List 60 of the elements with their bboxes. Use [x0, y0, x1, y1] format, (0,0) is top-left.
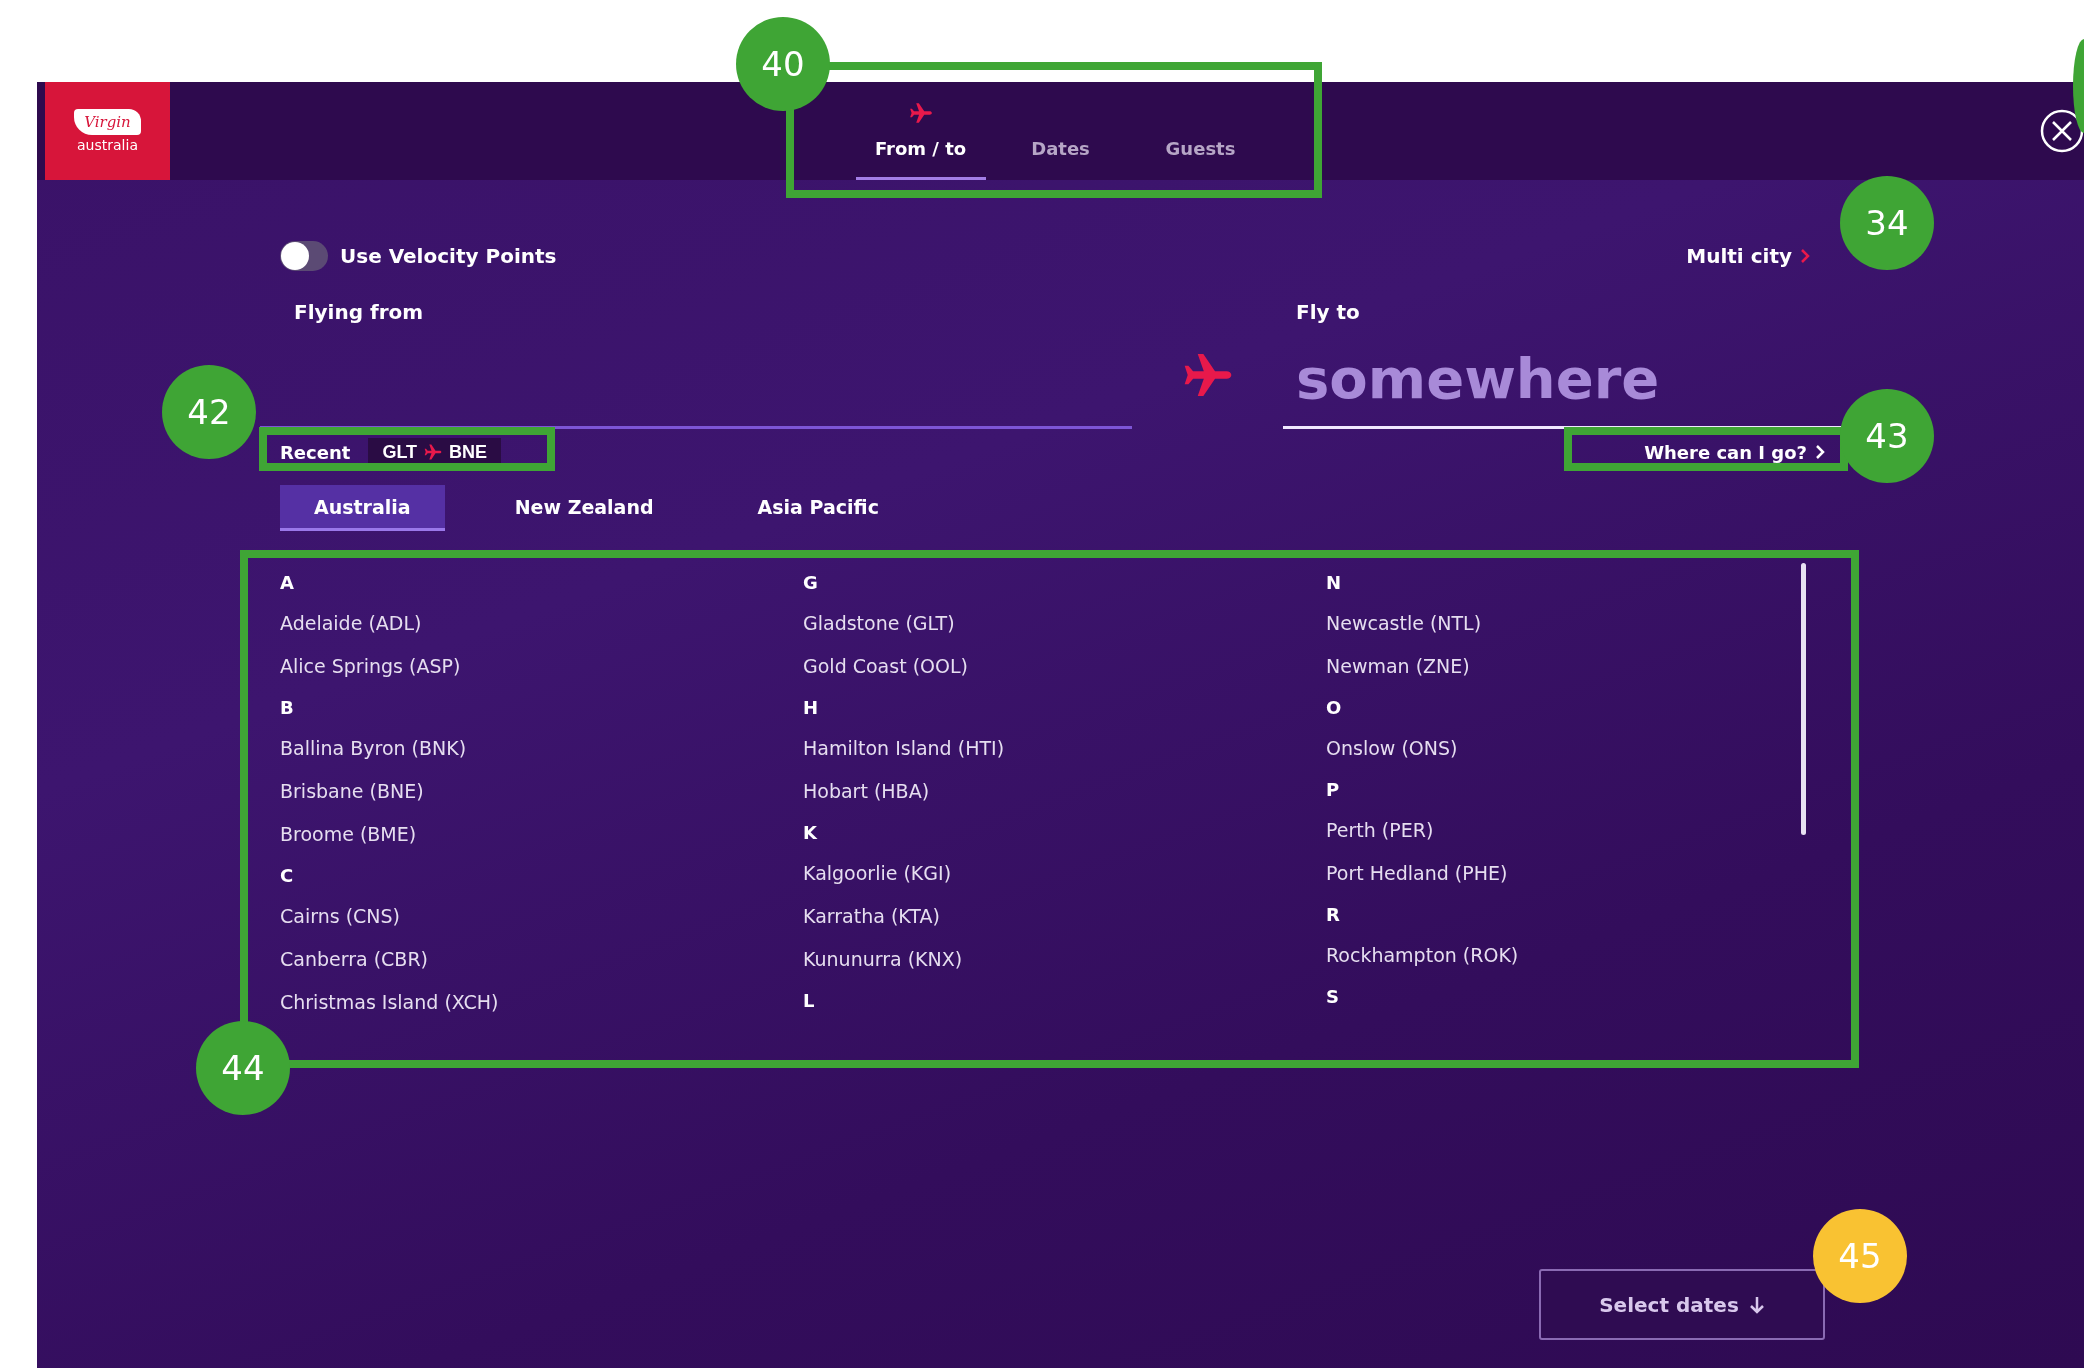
airport-option[interactable]: Perth (PER)	[1326, 818, 1434, 842]
letter-heading: G	[803, 571, 819, 595]
airport-option[interactable]: Newcastle (NTL)	[1326, 611, 1482, 635]
airport-option[interactable]: Brisbane (BNE)	[280, 779, 424, 803]
letter-heading: K	[803, 821, 818, 845]
recent-label: Recent	[280, 441, 351, 463]
letter-heading: A	[280, 571, 295, 595]
chevron-icon	[1815, 444, 1825, 460]
field-label: Flying from	[294, 300, 425, 324]
letter-heading: B	[280, 696, 295, 720]
close-icon[interactable]	[2040, 109, 2084, 153]
airport-option[interactable]: Ballina Byron (BNK)	[280, 736, 467, 760]
airport-option[interactable]: Newman (ZNE)	[1326, 654, 1470, 678]
airport-option[interactable]: Rockhampton (ROK)	[1326, 943, 1519, 967]
select-dates-button[interactable]: Select dates	[1539, 1269, 1825, 1340]
letter-heading: P	[1326, 778, 1341, 802]
logo-text: australia	[77, 137, 138, 153]
tab[interactable]: From / to	[855, 82, 986, 180]
toggle-switch[interactable]	[280, 241, 328, 271]
region-tab[interactable]: Australia	[280, 485, 445, 531]
airport-option[interactable]: Kununurra (KNX)	[803, 947, 963, 971]
letter-heading: O	[1326, 696, 1343, 720]
multi-city-link[interactable]: Multi city	[1686, 244, 1810, 268]
airport-option[interactable]: Christmas Island (XCH)	[280, 990, 499, 1014]
origin-field[interactable]: Flying from	[260, 300, 1132, 429]
tab[interactable]: Guests	[1135, 82, 1266, 180]
airport-option[interactable]: Onslow (ONS)	[1326, 736, 1458, 760]
airport-option[interactable]: Port Hedland (PHE)	[1326, 861, 1508, 885]
scrollbar[interactable]	[1801, 563, 1806, 835]
logo[interactable]: Virgin australia	[45, 82, 170, 180]
letter-heading: R	[1326, 903, 1341, 927]
letter-heading: C	[280, 864, 295, 888]
airport-option[interactable]: Broome (BME)	[280, 822, 417, 846]
airport-option[interactable]: Cairns (CNS)	[280, 904, 400, 928]
airport-option[interactable]: Karratha (KTA)	[803, 904, 940, 928]
chevron-icon	[1800, 248, 1810, 264]
region-tab[interactable]: New Zealand	[480, 485, 688, 531]
toggle-label: Use Velocity Points	[340, 244, 557, 268]
destination-field[interactable]: somewhere	[1296, 346, 1816, 410]
logo-brand-text: Virgin	[74, 109, 141, 135]
airport-option[interactable]: Gold Coast (OOL)	[803, 654, 968, 678]
letter-heading: H	[803, 696, 820, 720]
plane-icon	[907, 100, 934, 126]
airport-option[interactable]: Hamilton Island (HTI)	[803, 736, 1005, 760]
airport-option[interactable]: Canberra (CBR)	[280, 947, 428, 971]
plane-icon	[423, 442, 444, 462]
annotation-badge: 40	[736, 17, 830, 111]
region-tab[interactable]: Asia Pacific	[723, 485, 913, 531]
letter-heading: S	[1326, 985, 1340, 1009]
letter-heading: L	[803, 989, 816, 1013]
airport-option[interactable]: Kalgoorlie (KGI)	[803, 861, 952, 885]
where-can-i-go-link[interactable]: Where can I go?	[1644, 441, 1825, 463]
field-label: Fly to	[1296, 300, 1361, 324]
airport-option[interactable]: Hobart (HBA)	[803, 779, 930, 803]
airport-option[interactable]: Alice Springs (ASP)	[280, 654, 461, 678]
airport-option[interactable]: Gladstone (GLT)	[803, 611, 955, 635]
arrow-down-icon	[1748, 1294, 1765, 1315]
tab[interactable]: Dates	[995, 82, 1126, 180]
airport-option[interactable]: Adelaide (ADL)	[280, 611, 422, 635]
letter-heading: N	[1326, 571, 1343, 595]
